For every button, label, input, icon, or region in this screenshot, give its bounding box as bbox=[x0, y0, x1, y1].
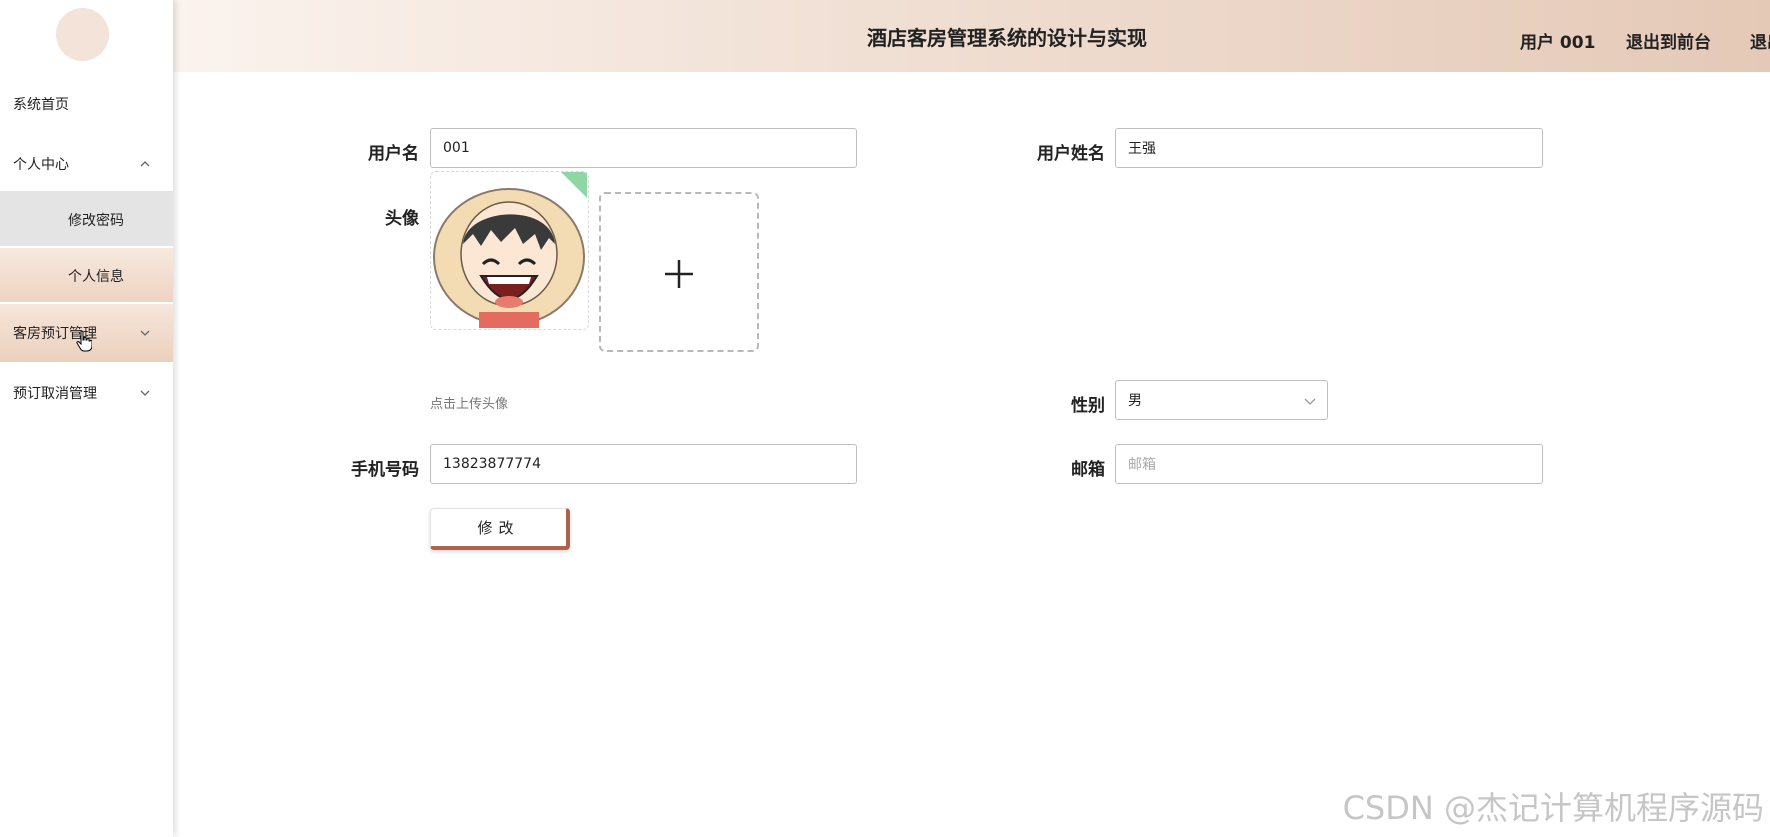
modify-submit-button[interactable]: 修改 bbox=[430, 508, 570, 550]
exit-to-front-link[interactable]: 退出到前台 bbox=[1626, 28, 1711, 53]
avatar-cartoon-icon bbox=[433, 172, 587, 328]
sidebar-item-label: 预订取消管理 bbox=[13, 385, 97, 402]
phone-label: 手机号码 bbox=[351, 460, 419, 480]
phone-input[interactable]: 13823877774 bbox=[430, 444, 857, 484]
sidebar-item-personal-info[interactable]: 个人信息 bbox=[0, 246, 173, 303]
app-title: 酒店客房管理系统的设计与实现 bbox=[867, 26, 1147, 50]
upload-hint: 点击上传头像 bbox=[430, 397, 509, 412]
email-label: 邮箱 bbox=[1071, 460, 1105, 480]
sidebar-item-personal-center[interactable]: 个人中心 bbox=[0, 135, 173, 192]
chevron-down-icon bbox=[140, 390, 150, 396]
sidebar-item-change-password[interactable]: 修改密码 bbox=[0, 191, 173, 248]
header-user-link[interactable]: 用户 001 bbox=[1520, 28, 1595, 53]
sidebar-avatar[interactable] bbox=[56, 8, 109, 61]
plus-icon bbox=[665, 260, 693, 288]
chevron-down-icon bbox=[140, 330, 150, 336]
sidebar-item-label: 个人中心 bbox=[13, 156, 69, 173]
fullname-input[interactable]: 王强 bbox=[1115, 128, 1543, 168]
gender-select-value: 男 bbox=[1128, 393, 1142, 409]
logout-link[interactable]: 退出 bbox=[1750, 28, 1770, 53]
gender-select[interactable]: 男 bbox=[1115, 380, 1328, 420]
top-header: 酒店客房管理系统的设计与实现 用户 001 退出到前台 退出 bbox=[173, 0, 1770, 72]
username-label: 用户名 bbox=[368, 144, 419, 164]
watermark: CSDN @杰记计算机程序源码 bbox=[1342, 789, 1764, 827]
avatar-upload-button[interactable] bbox=[599, 192, 759, 352]
chevron-up-icon bbox=[140, 160, 150, 166]
chevron-down-icon bbox=[1304, 398, 1316, 405]
avatar-label: 头像 bbox=[385, 209, 419, 229]
sidebar-item-label: 个人信息 bbox=[68, 268, 124, 285]
sidebar-item-booking-cancel[interactable]: 预订取消管理 bbox=[0, 364, 173, 421]
fullname-label: 用户姓名 bbox=[1037, 144, 1105, 164]
hand-cursor-icon bbox=[76, 330, 92, 352]
sidebar-item-label: 修改密码 bbox=[68, 212, 124, 229]
sidebar: 系统首页 个人中心 修改密码 个人信息 客房预订管理 预订取消管理 bbox=[0, 0, 173, 837]
gender-label: 性别 bbox=[1071, 396, 1105, 416]
sidebar-item-home[interactable]: 系统首页 bbox=[0, 75, 173, 132]
sidebar-item-label: 系统首页 bbox=[13, 96, 69, 113]
email-input[interactable]: 邮箱 bbox=[1115, 444, 1543, 484]
username-input[interactable]: 001 bbox=[430, 128, 857, 168]
avatar-image[interactable] bbox=[430, 171, 589, 330]
